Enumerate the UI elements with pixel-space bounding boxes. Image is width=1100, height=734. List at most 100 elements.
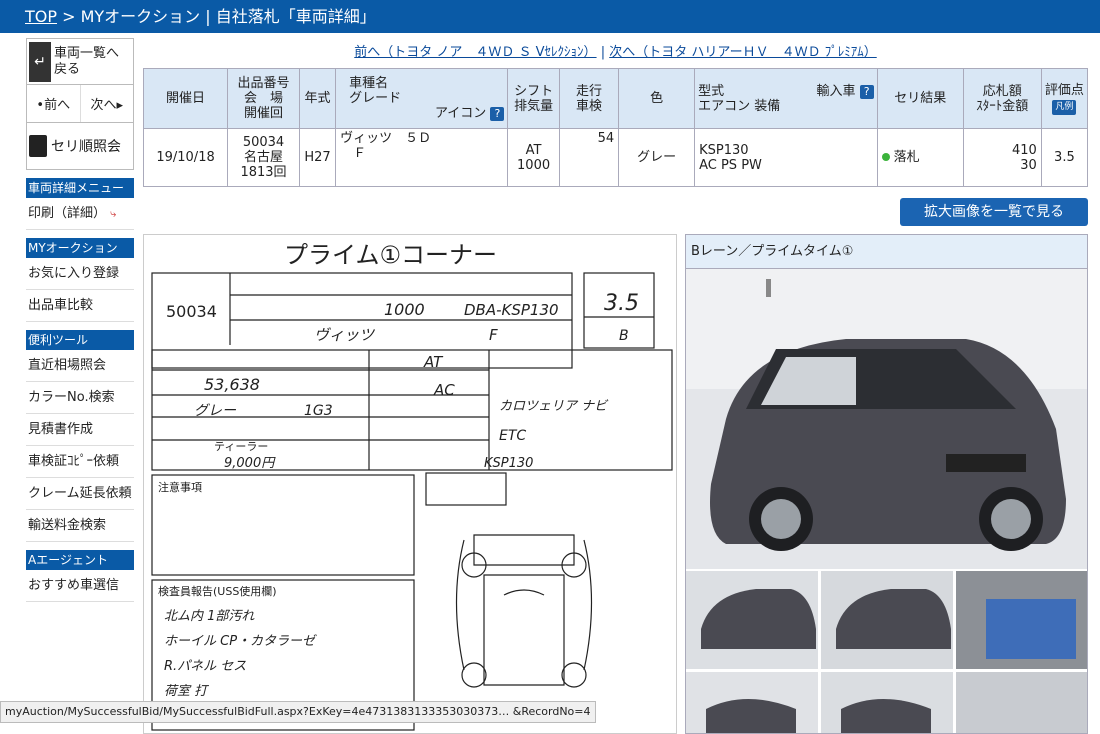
col-import-label: 輸入車 [816,83,856,99]
estimate-link[interactable]: 見積書作成 [26,414,134,446]
favorites-link[interactable]: お気に入り登録 [26,258,134,290]
print-detail-link[interactable]: 印刷（詳細） ⤷ [26,198,134,230]
seri-order-button[interactable]: セリ順照会 [27,123,133,169]
claim-extension-link[interactable]: クレーム延長依頼 [26,478,134,510]
status-dot-icon [881,153,890,161]
breadcrumb-top-link[interactable]: TOP [25,7,57,26]
photo-panel-title: Bレーン／プライムタイム① [686,235,1087,269]
cell-result-label: 落札 [893,150,920,165]
vehicle-menu-heading: 車両詳細メニュー [26,178,134,198]
seri-order-label: セリ順照会 [51,139,121,155]
col-lot: 出品番号 会 場 開催回 [227,68,300,129]
market-price-link[interactable]: 直近相場照会 [26,350,134,382]
legend-button[interactable]: 凡例 [1052,99,1077,115]
help-icon[interactable]: ? [859,84,874,99]
cell-shift: AT 1000 [507,128,560,187]
svg-text:KSP130: KSP130 [484,456,533,471]
next-vehicle-button[interactable]: 次へ▸ [81,85,134,122]
breadcrumb-rest: > MYオークション | 自社落札「車両詳細」 [57,7,376,26]
compare-link[interactable]: 出品車比較 [26,290,134,322]
col-year: 年式 [298,68,337,129]
inspection-sheet-image[interactable]: プライム①コーナー 50034 1000 DBA-KSP130 3.5 B ヴィ… [143,234,677,734]
tools-heading: 便利ツール [26,330,134,350]
svg-text:1000: 1000 [384,300,425,319]
next-vehicle-link[interactable]: 次へ（トヨタ ハリアーＨＶ ４ＷＤ ﾌﾟﾚﾐｱﾑ） [609,45,877,60]
table-row: 19/10/18 50034 名古屋 1813回 H27 ヴィッツ ５Ｄ Ｆ A… [142,128,1089,187]
vehicle-info-table: 開催日 出品番号 会 場 開催回 年式 車種名 グレード アイコン ? シフト … [142,68,1089,187]
cell-lot: 50034 名古屋 1813回 [227,128,300,187]
svg-text:53,638: 53,638 [204,375,260,394]
svg-text:ティーラー: ティーラー [214,440,268,453]
col-score-label: 評価点 [1044,82,1084,98]
agent-heading: Aエージェント [26,550,134,570]
prev-vehicle-link[interactable]: 前へ（トヨタ ノア ４ＷＤ Ｓ Vｾﾚｸｼｮﾝ） [354,45,596,60]
svg-text:F: F [489,326,498,344]
col-result: セリ結果 [876,68,964,129]
svg-text:9,000円: 9,000円 [224,456,276,471]
svg-text:1G3: 1G3 [304,403,333,419]
prev-next-nav: 前へ（トヨタ ノア ４ＷＤ Ｓ Vｾﾚｸｼｮﾝ） | 次へ（トヨタ ハリアーＨＶ… [143,38,1088,68]
enlarge-images-button[interactable]: 拡大画像を一覧で見る [900,198,1088,226]
svg-text:北ム内 1部汚れ: 北ム内 1部汚れ [164,609,255,624]
certificate-copy-link[interactable]: 車検証ｺﾋﾟｰ依頼 [26,446,134,478]
col-color: 色 [618,68,696,129]
svg-text:検査員報告(USS使用欄): 検査員報告(USS使用欄) [158,584,277,598]
col-icon-wrap: アイコン ? [339,106,505,121]
svg-text:R.パネル セス: R.パネル セス [164,659,246,674]
top-breadcrumb-bar: TOP > MYオークション | 自社落札「車両詳細」 [0,0,1100,33]
prev-vehicle-button[interactable]: •前へ [27,85,81,122]
vehicle-photos[interactable] [686,269,1088,734]
my-auction-heading: MYオークション [26,238,134,258]
main-content: 前へ（トヨタ ノア ４ＷＤ Ｓ Vｾﾚｸｼｮﾝ） | 次へ（トヨタ ハリアーＨＶ… [142,38,1089,734]
col-import-wrap: 輸入車 ? [817,84,874,114]
nav-separator: | [596,45,610,60]
col-name-label: 車種名 グレード [349,76,402,106]
pdf-icon: ⤷ [110,207,117,220]
svg-text:ETC: ETC [499,428,526,444]
svg-text:カロツェリア ナビ: カロツェリア ナビ [499,399,609,414]
col-bid: 応札額 ｽﾀｰﾄ金額 [962,68,1042,129]
cell-model: KSP130 AC PS PW [694,128,878,187]
photo-panel: Bレーン／プライムタイム① [685,234,1088,734]
sheet-lot: 50034 [166,302,217,321]
svg-text:ホーイル CP・カタラーゼ: ホーイル CP・カタラーゼ [164,634,317,649]
sidebar: ↵ 車両一覧へ 戻る •前へ 次へ▸ セリ順照会 車両詳細メニュー 印刷（詳細）… [26,38,134,602]
col-mileage: 走行 車検 [558,68,620,129]
help-icon[interactable]: ? [490,107,505,121]
svg-text:AT: AT [423,353,444,371]
col-name: 車種名 グレード アイコン ? [335,68,509,129]
sheet-title: プライム①コーナー [284,241,497,269]
svg-text:注意事項: 注意事項 [158,480,202,494]
cell-mileage: 54 [558,128,620,187]
cell-bid: 410 30 [962,128,1042,187]
svg-text:グレー: グレー [194,403,237,419]
cell-date: 19/10/18 [142,128,229,187]
cell-year: H27 [298,128,337,187]
col-date: 開催日 [142,68,229,129]
cell-name: ヴィッツ ５Ｄ Ｆ [335,128,509,187]
cell-color: グレー [618,128,696,187]
print-detail-label: 印刷（詳細） [28,206,107,221]
return-arrow-icon: ↵ [29,41,51,82]
recommend-link[interactable]: おすすめ車選信 [26,570,134,602]
col-model-label: 型式 エアコン 装備 [698,83,781,114]
col-icon-label: アイコン [434,106,487,121]
svg-text:DBA-KSP130: DBA-KSP130 [464,301,559,319]
svg-text:B: B [619,328,629,344]
col-model: 型式 エアコン 装備 輸入車 ? [694,68,878,129]
inspection-sheet-drawing: プライム①コーナー 50034 1000 DBA-KSP130 3.5 B ヴィ… [151,241,673,731]
sidebar-nav-box: ↵ 車両一覧へ 戻る •前へ 次へ▸ セリ順照会 [26,38,134,170]
cell-result: 落札 [876,128,964,187]
back-to-list-button[interactable]: ↵ 車両一覧へ 戻る [27,39,133,85]
svg-text:3.5: 3.5 [604,291,639,316]
cell-score: 3.5 [1040,128,1089,187]
browser-status-bar: myAuction/MySuccessfulBid/MySuccessfulBi… [0,701,596,723]
svg-text:AC: AC [433,381,455,399]
list-document-icon [29,135,47,157]
svg-text:ヴィッツ: ヴィッツ [314,326,376,344]
col-shift: シフト 排気量 [507,68,560,129]
color-search-link[interactable]: カラーNo.検索 [26,382,134,414]
back-to-list-label: 車両一覧へ 戻る [54,45,120,77]
svg-text:荷室 打: 荷室 打 [164,683,209,699]
shipping-search-link[interactable]: 輸送料金検索 [26,510,134,542]
